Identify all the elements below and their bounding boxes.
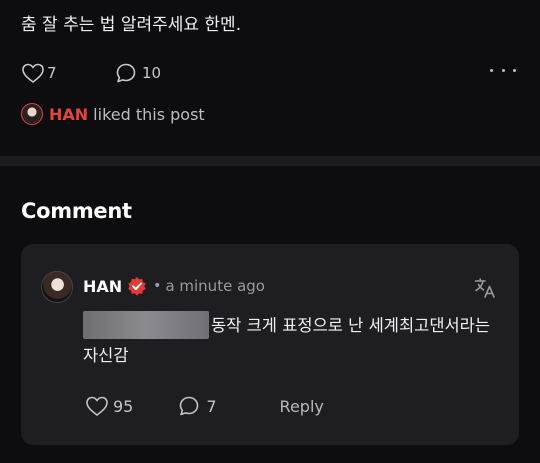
post-comment-button[interactable]: 10 (115, 62, 161, 84)
separator-dot: • (153, 278, 162, 294)
more-dots-icon[interactable] (490, 63, 516, 77)
liked-by-row: HAN liked this post (21, 103, 205, 125)
post-like-count: 7 (47, 64, 57, 82)
post: 춤 잘 추는 법 알려주세요 한멘. 7 10 HAN liked this p… (0, 0, 540, 156)
comment-card: HAN • a minute ago 동작 크게 표정으로 난 세계최고댄서라는… (21, 244, 519, 445)
speech-bubble-icon (116, 63, 136, 83)
comment-reply-count: 7 (206, 396, 217, 416)
comment-body: 동작 크게 표정으로 난 세계최고댄서라는 자신감 (83, 310, 503, 371)
redacted-blur (83, 310, 209, 339)
post-text: 춤 잘 추는 법 알려주세요 한멘. (21, 15, 242, 35)
post-comment-count: 10 (142, 64, 162, 82)
liked-by-text: liked this post (93, 104, 205, 124)
speech-bubble-icon (180, 396, 199, 416)
reply-button[interactable]: Reply (280, 397, 324, 416)
comment-reply-count-button[interactable]: 7 (178, 395, 217, 417)
avatar[interactable] (21, 103, 43, 125)
heart-outline-icon (22, 63, 44, 84)
comment-time: a minute ago (165, 277, 265, 295)
comment-like-count: 95 (113, 396, 134, 416)
comment-avatar[interactable] (41, 271, 73, 303)
section-divider (0, 156, 540, 166)
post-like-button[interactable]: 7 (21, 62, 57, 84)
liked-by-name[interactable]: HAN (49, 105, 88, 124)
translate-icon[interactable] (473, 276, 497, 300)
comment-like-button[interactable]: 95 (85, 395, 133, 417)
comment-actions: 95 7 Reply (85, 395, 324, 417)
comment-section-title: Comment (21, 199, 132, 223)
comment-author[interactable]: HAN (83, 277, 122, 296)
heart-outline-icon (86, 396, 108, 417)
verified-badge-icon (128, 277, 146, 296)
comment-header: HAN • a minute ago (83, 276, 265, 296)
